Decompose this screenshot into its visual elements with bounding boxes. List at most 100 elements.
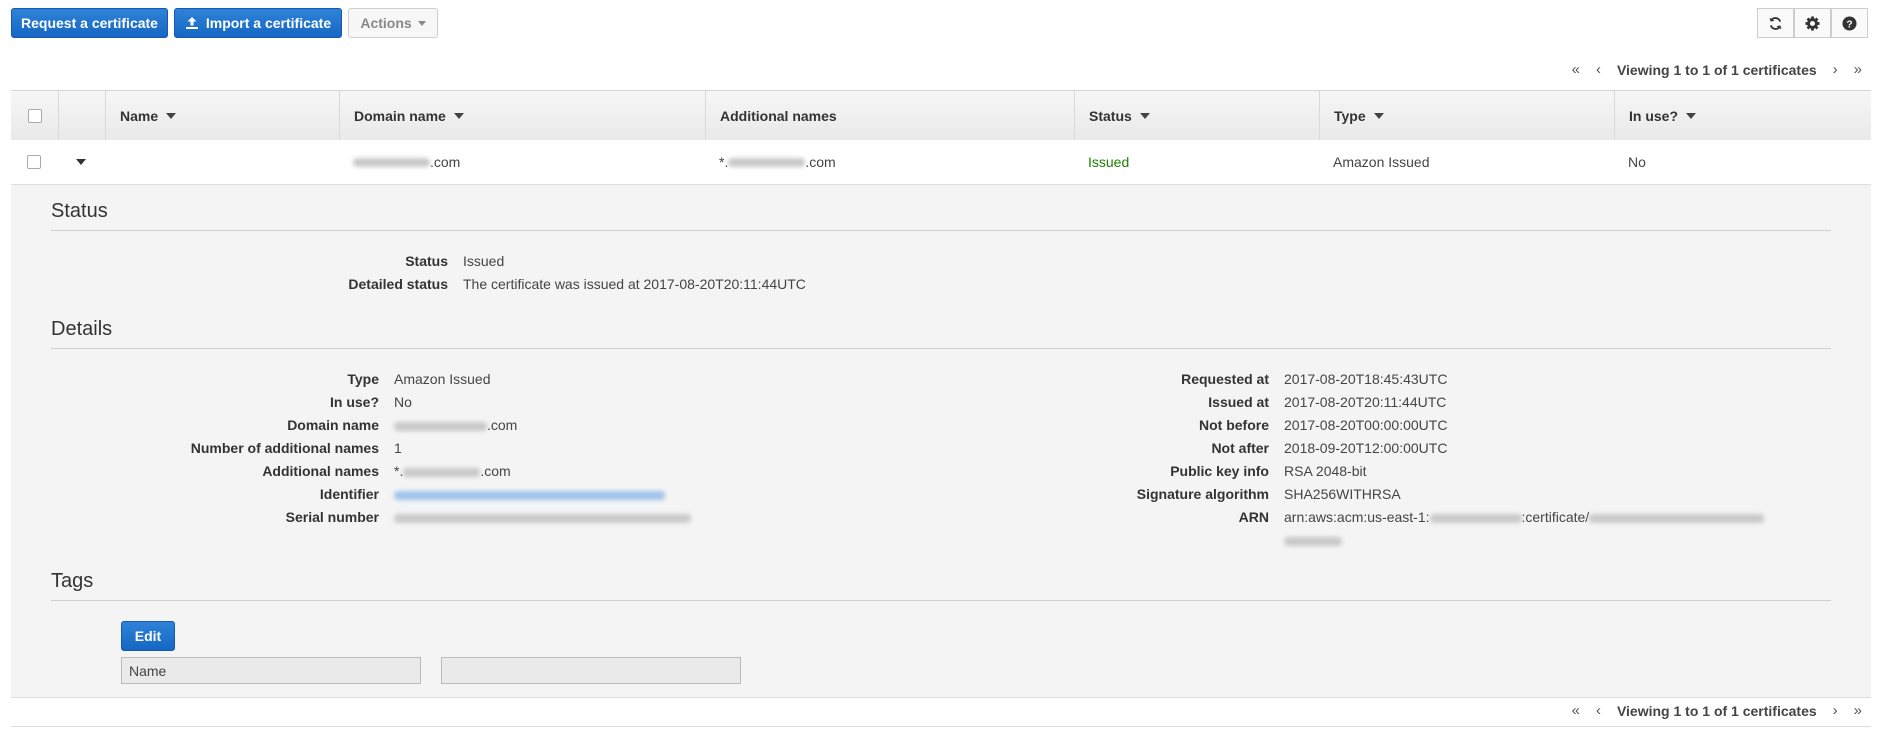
- domain-name-label: Domain name: [287, 417, 379, 433]
- edit-tags-label: Edit: [134, 628, 162, 644]
- svg-text:?: ?: [1846, 19, 1852, 30]
- first-page-button[interactable]: «: [1572, 61, 1580, 78]
- type-label: Type: [347, 371, 379, 387]
- row-select-cell: [27, 140, 41, 184]
- sort-caret-icon: [166, 113, 177, 119]
- status-value: Issued: [463, 253, 505, 269]
- refresh-button[interactable]: [1757, 8, 1794, 38]
- in-use-label: In use?: [329, 394, 379, 410]
- arn-middle: :certificate/: [1521, 509, 1590, 525]
- actions-dropdown[interactable]: Actions: [348, 8, 438, 38]
- column-header-in-use-label: In use?: [1629, 108, 1679, 124]
- last-page-button[interactable]: »: [1854, 702, 1862, 719]
- arn-label: ARN: [1238, 509, 1269, 525]
- row-in-use: No: [1628, 154, 1646, 170]
- column-header-domain-label: Domain name: [354, 108, 446, 124]
- column-header-type-label: Type: [1334, 108, 1366, 124]
- not-after-value: 2018-09-20T12:00:00UTC: [1284, 440, 1448, 456]
- column-header-name[interactable]: Name: [105, 91, 339, 141]
- identifier-label: Identifier: [319, 486, 379, 502]
- first-page-button[interactable]: «: [1572, 702, 1580, 719]
- column-header-type[interactable]: Type: [1319, 91, 1614, 141]
- signature-algorithm-value: SHA256WITHRSA: [1284, 486, 1401, 502]
- redacted-text: [394, 513, 691, 523]
- collapse-caret-icon[interactable]: [76, 159, 86, 165]
- divider: [51, 348, 1831, 349]
- serial-number-value: [394, 509, 691, 525]
- chevron-down-icon: [417, 20, 426, 26]
- certificate-detail-panel: Status Status Issued Detailed status The…: [11, 184, 1871, 698]
- requested-at-label: Requested at: [1181, 371, 1269, 387]
- redacted-text: [403, 467, 481, 477]
- settings-button[interactable]: [1794, 8, 1831, 38]
- table-row[interactable]: .com *. .com Issued Amazon Issued No: [11, 140, 1871, 184]
- redacted-text: [728, 157, 806, 167]
- detailed-status-value: The certificate was issued at 2017-08-20…: [463, 276, 806, 292]
- import-certificate-button[interactable]: Import a certificate: [174, 8, 342, 38]
- not-before-label: Not before: [1199, 417, 1269, 433]
- identifier-value[interactable]: [394, 486, 665, 502]
- redacted-text: [353, 157, 430, 167]
- column-header-name-label: Name: [120, 108, 159, 124]
- additional-names-value: *. .com: [394, 463, 511, 479]
- tag-value-input[interactable]: [441, 657, 741, 684]
- sort-caret-icon: [1686, 113, 1697, 119]
- sort-caret-icon: [453, 113, 464, 119]
- num-additional-names-label: Number of additional names: [190, 440, 379, 456]
- signature-algorithm-label: Signature algorithm: [1136, 486, 1269, 502]
- column-header-status[interactable]: Status: [1074, 91, 1319, 141]
- select-all-checkbox[interactable]: [27, 109, 42, 123]
- sort-caret-icon: [1373, 113, 1384, 119]
- row-type: Amazon Issued: [1333, 154, 1430, 170]
- issued-at-value: 2017-08-20T20:11:44UTC: [1284, 394, 1447, 410]
- select-all-cell: [11, 91, 58, 141]
- column-header-additional-label: Additional names: [720, 108, 837, 124]
- status-section-title: Status: [51, 200, 108, 222]
- pagination-text: Viewing 1 to 1 of 1 certificates: [1616, 61, 1817, 78]
- row-expand-cell: [76, 140, 86, 184]
- divider: [51, 230, 1831, 231]
- column-header-in-use[interactable]: In use?: [1614, 91, 1871, 141]
- arn-prefix: arn:aws:acm:us-east-1:: [1284, 509, 1430, 525]
- last-page-button[interactable]: »: [1854, 61, 1862, 78]
- public-key-info-value: RSA 2048-bit: [1284, 463, 1367, 479]
- edit-tags-button[interactable]: Edit: [121, 621, 175, 651]
- refresh-icon: [1768, 16, 1783, 31]
- in-use-value: No: [394, 394, 412, 410]
- domain-name-suffix: .com: [487, 417, 518, 433]
- help-icon: ?: [1842, 15, 1857, 31]
- request-certificate-button[interactable]: Request a certificate: [11, 8, 168, 38]
- pagination-bottom: « ‹ Viewing 1 to 1 of 1 certificates › »: [1572, 702, 1862, 719]
- num-additional-names-value: 1: [394, 440, 402, 456]
- column-header-domain[interactable]: Domain name: [339, 91, 705, 141]
- public-key-info-label: Public key info: [1170, 463, 1269, 479]
- pagination-text: Viewing 1 to 1 of 1 certificates: [1616, 702, 1817, 719]
- tag-key-input[interactable]: [121, 657, 421, 684]
- details-section-title: Details: [51, 318, 113, 340]
- next-page-button[interactable]: ›: [1833, 702, 1838, 719]
- additional-names-suffix: .com: [480, 463, 511, 479]
- redacted-text: [1429, 513, 1522, 523]
- not-before-value: 2017-08-20T00:00:00UTC: [1284, 417, 1448, 433]
- help-button[interactable]: ?: [1831, 8, 1868, 38]
- redacted-link[interactable]: [394, 490, 665, 500]
- prev-page-button[interactable]: ‹: [1596, 61, 1601, 78]
- arn-value-continued: [1284, 532, 1342, 548]
- status-label: Status: [405, 253, 448, 269]
- bottom-divider: [11, 726, 1871, 727]
- row-checkbox[interactable]: [27, 155, 41, 169]
- next-page-button[interactable]: ›: [1833, 61, 1838, 78]
- column-header-status-label: Status: [1089, 108, 1132, 124]
- row-domain-suffix: .com: [430, 154, 461, 170]
- row-additional-names: *. .com: [719, 140, 836, 184]
- type-value: Amazon Issued: [394, 371, 491, 387]
- expand-column: [58, 91, 105, 141]
- additional-names-label: Additional names: [262, 463, 379, 479]
- additional-names-prefix: *.: [394, 463, 404, 479]
- not-after-label: Not after: [1211, 440, 1269, 456]
- redacted-text: [394, 421, 487, 431]
- prev-page-button[interactable]: ‹: [1596, 702, 1601, 719]
- tags-section-title: Tags: [51, 570, 94, 592]
- issued-at-label: Issued at: [1208, 394, 1269, 410]
- detailed-status-label: Detailed status: [348, 276, 448, 292]
